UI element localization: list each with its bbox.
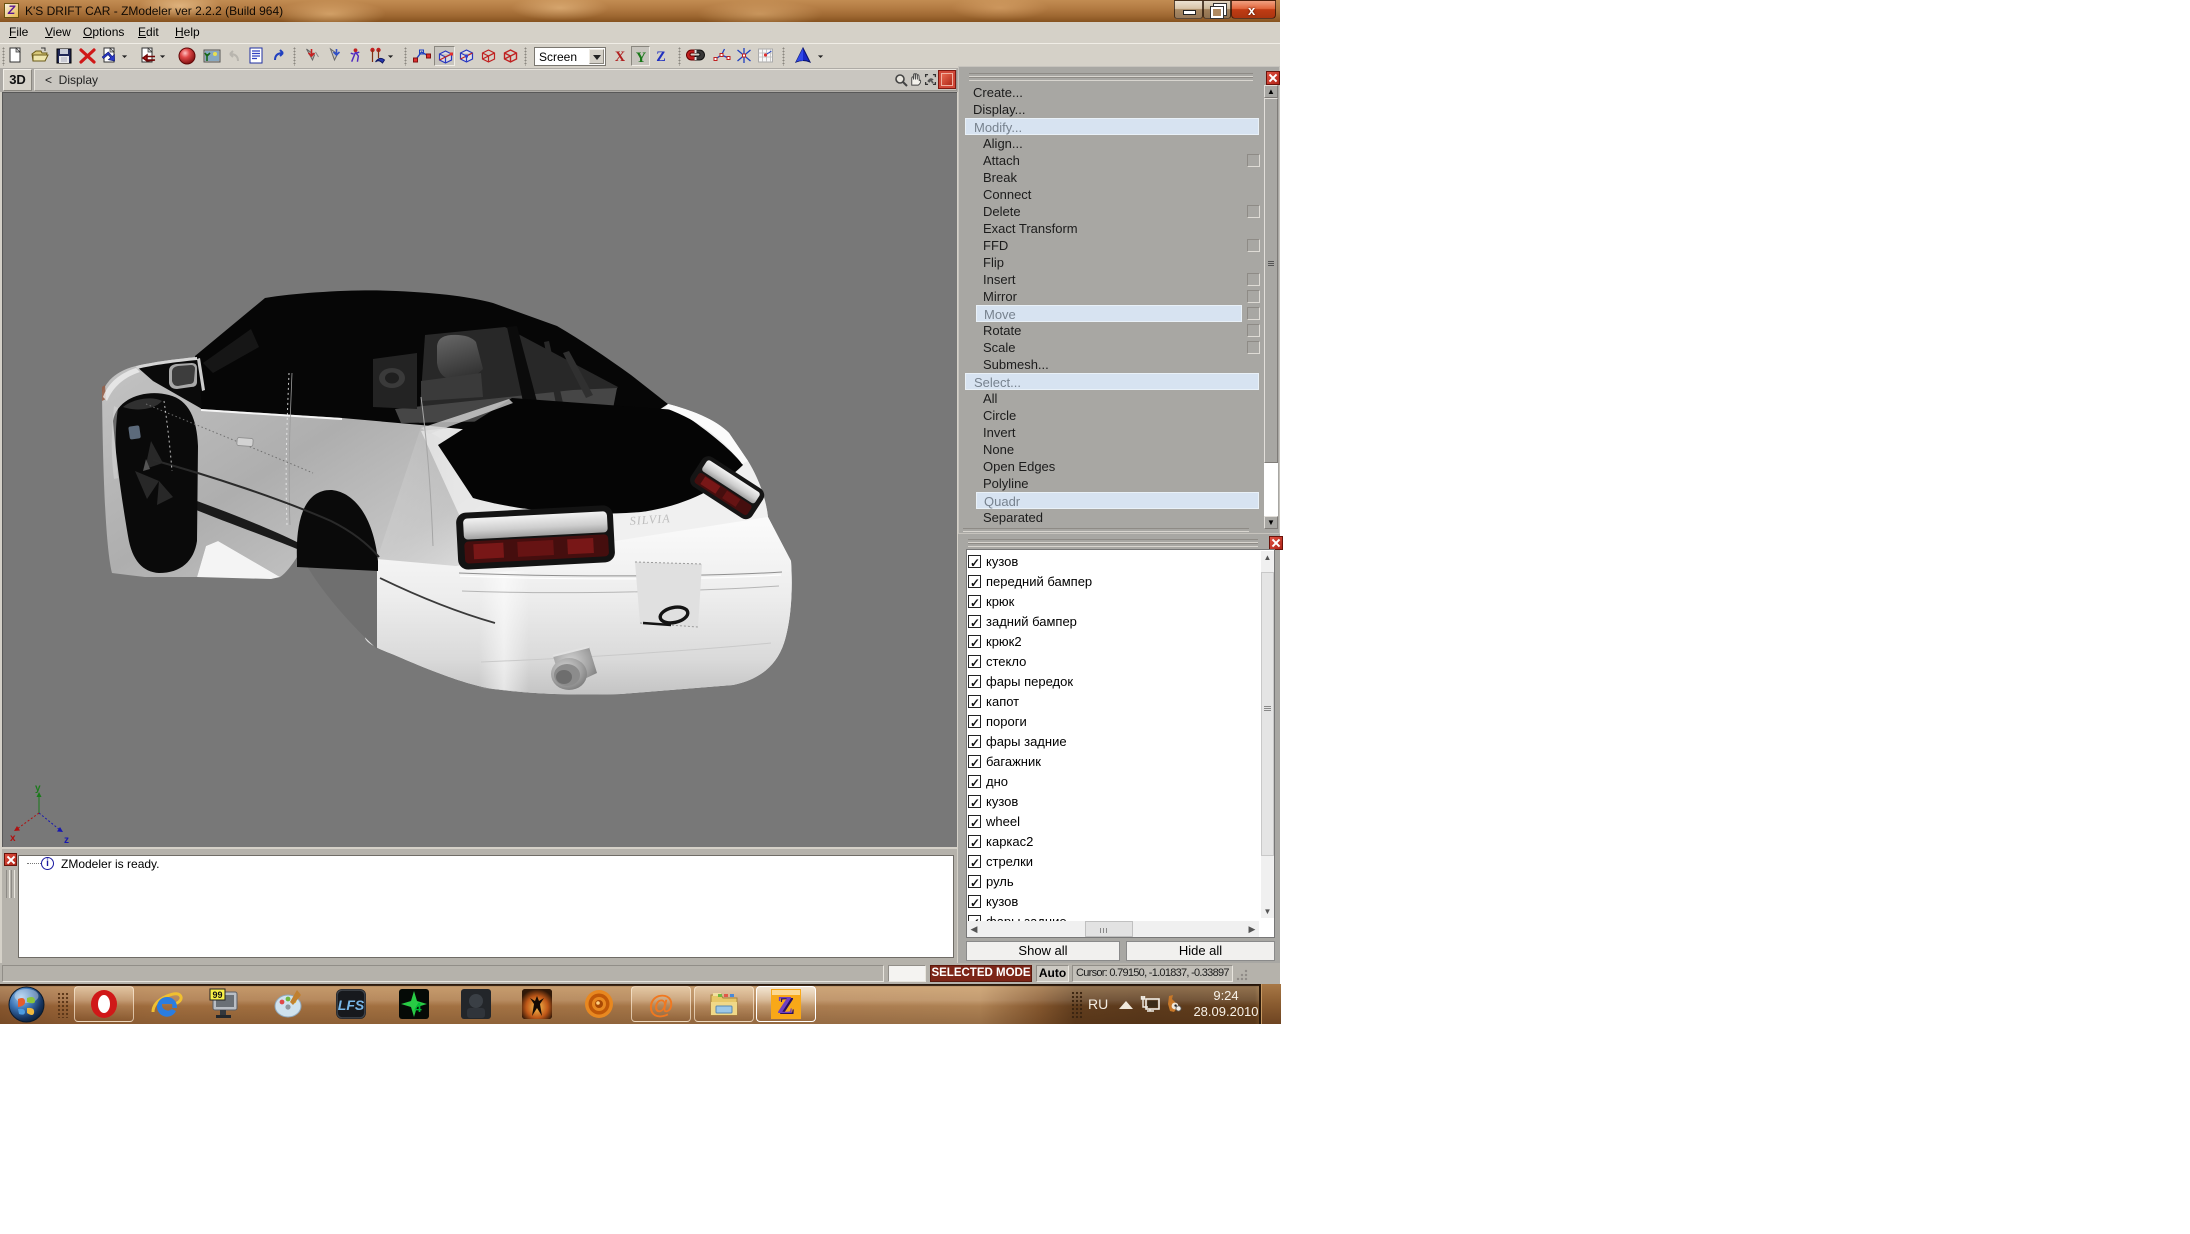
svg-text:SILVIA: SILVIA: [629, 511, 671, 528]
svg-text:x: x: [10, 833, 16, 844]
svg-text:99: 99: [212, 990, 222, 1000]
svg-text:Z: Z: [656, 49, 666, 65]
svg-text:4: 4: [414, 1000, 422, 1015]
svg-text:Y: Y: [636, 50, 647, 66]
svg-text:Z: Z: [777, 993, 793, 1019]
svg-text:LFS: LFS: [338, 997, 365, 1013]
svg-text:y: y: [35, 783, 41, 794]
svg-text:@: @: [648, 989, 673, 1019]
svg-text:X: X: [615, 49, 626, 65]
svg-text:z: z: [64, 835, 69, 846]
